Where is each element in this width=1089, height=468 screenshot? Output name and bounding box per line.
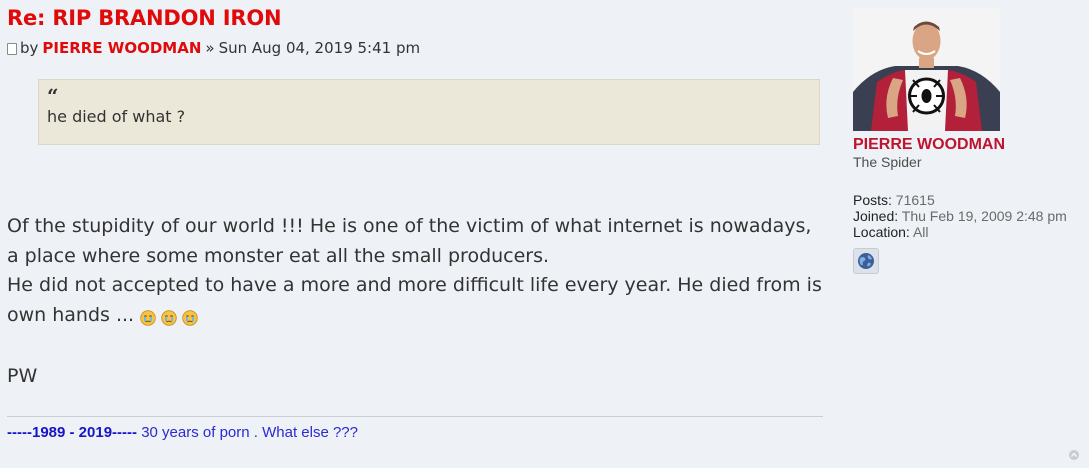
content-paragraph-2-text: He did not accepted to have a more and m… (7, 274, 822, 326)
by-label: by (20, 39, 39, 57)
post-author-line: by PIERRE WOODMAN » Sun Aug 04, 2019 5:4… (7, 38, 823, 58)
signature: -----1989 - 2019----- 30 years of porn .… (7, 416, 823, 442)
quote-text: he died of what ? (47, 107, 186, 126)
posts-label: Posts: (853, 192, 892, 208)
quote-icon: “ (47, 84, 59, 108)
back-to-top-button[interactable] (1069, 450, 1079, 460)
posts-value[interactable]: 71615 (896, 192, 935, 208)
avatar[interactable] (853, 8, 1000, 131)
profile-joined: Joined: Thu Feb 19, 2009 2:48 pm (853, 208, 1083, 224)
joined-value: Thu Feb 19, 2009 2:48 pm (901, 208, 1067, 224)
post-date: Sun Aug 04, 2019 5:41 pm (218, 39, 421, 57)
globe-icon (858, 253, 874, 269)
signature-years: -----1989 - 2019----- (7, 424, 138, 441)
crying-face-icon (161, 310, 177, 326)
separator: » (205, 39, 215, 57)
chevron-up-icon (1071, 452, 1077, 457)
post-profile: PIERRE WOODMAN The Spider Posts: 71615 J… (853, 8, 1083, 274)
profile-stats: Posts: 71615 Joined: Thu Feb 19, 2009 2:… (853, 192, 1083, 240)
profile-location: Location: All (853, 224, 1083, 240)
profile-rank: The Spider (853, 154, 922, 170)
location-value: All (912, 224, 929, 240)
quote-block: “ he died of what ? (38, 79, 820, 145)
website-button[interactable] (853, 248, 879, 274)
content-sign: PW (7, 365, 38, 387)
post-title[interactable]: Re: RIP BRANDON IRON (7, 4, 823, 32)
post-content: Of the stupidity of our world !!! He is … (7, 212, 823, 392)
profile-posts: Posts: 71615 (853, 192, 1083, 208)
profile-username[interactable]: PIERRE WOODMAN (853, 136, 1083, 154)
content-paragraph-1: Of the stupidity of our world !!! He is … (7, 215, 812, 267)
content-paragraph-2: He did not accepted to have a more and m… (7, 271, 823, 333)
signature-text: 30 years of porn . What else ??? (137, 424, 358, 441)
post-icon[interactable] (7, 43, 17, 55)
crying-face-icon (182, 310, 198, 326)
joined-label: Joined: (853, 208, 899, 224)
crying-face-icon (140, 310, 156, 326)
smilies (140, 304, 203, 334)
forum-post: Re: RIP BRANDON IRON by PIERRE WOODMAN »… (0, 0, 1089, 468)
post-body: Re: RIP BRANDON IRON by PIERRE WOODMAN »… (7, 4, 823, 145)
post-author-link[interactable]: PIERRE WOODMAN (42, 38, 201, 58)
location-label: Location: (853, 224, 910, 240)
